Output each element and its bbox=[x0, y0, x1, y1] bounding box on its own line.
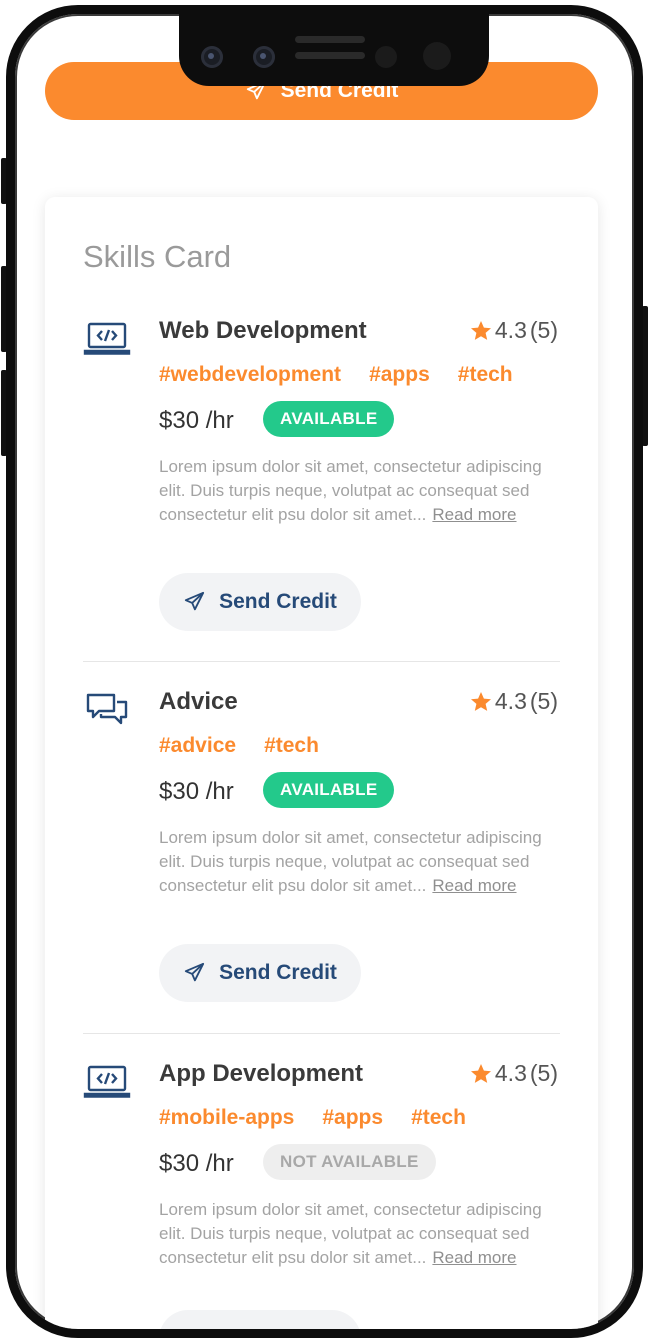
tag-link[interactable]: #tech bbox=[411, 1106, 466, 1130]
star-icon bbox=[470, 691, 491, 711]
divider bbox=[83, 661, 560, 662]
divider bbox=[83, 1033, 560, 1034]
phone-frame: Send Credit Skills Card Web Development … bbox=[6, 5, 643, 1338]
status-badge: AVAILABLE bbox=[263, 401, 395, 437]
skill-rating: 4.3 (5) bbox=[469, 688, 558, 715]
tag-link[interactable]: #webdevelopment bbox=[159, 363, 341, 387]
tag-link[interactable]: #tech bbox=[458, 363, 513, 387]
speaker-grille-lower bbox=[295, 52, 365, 59]
proximity-sensor bbox=[375, 46, 397, 68]
laptop-code-icon bbox=[83, 1065, 131, 1098]
send-credit-button[interactable]: Send Credit bbox=[159, 944, 361, 1002]
laptop-code-icon bbox=[83, 322, 131, 355]
skill-tags: #webdevelopment #apps #tech bbox=[159, 363, 513, 387]
tag-link[interactable]: #mobile-apps bbox=[159, 1106, 294, 1130]
skill-price: $30 /hr bbox=[159, 407, 234, 434]
send-credit-button[interactable] bbox=[159, 1310, 361, 1329]
skill-description: Lorem ipsum dolor sit amet, consectetur … bbox=[159, 455, 559, 527]
skill-tags: #mobile-apps #apps #tech bbox=[159, 1106, 466, 1130]
rating-value: 4.3 bbox=[494, 688, 527, 714]
star-icon bbox=[470, 320, 491, 340]
phone-notch bbox=[179, 14, 489, 86]
chat-bubbles-icon bbox=[86, 693, 128, 725]
tag-link[interactable]: #apps bbox=[369, 363, 430, 387]
speaker-grille bbox=[295, 36, 365, 43]
read-more-link[interactable]: Read more bbox=[432, 1248, 516, 1267]
skill-tags: #advice #tech bbox=[159, 734, 319, 758]
skill-name: Web Development bbox=[159, 317, 367, 344]
skill-price: $30 /hr bbox=[159, 1150, 234, 1177]
skill-description: Lorem ipsum dolor sit amet, consectetur … bbox=[159, 1198, 559, 1270]
send-credit-button[interactable]: Send Credit bbox=[159, 573, 361, 631]
send-credit-label: Send Credit bbox=[219, 590, 337, 613]
status-badge: AVAILABLE bbox=[263, 772, 395, 808]
rating-count: (5) bbox=[529, 1060, 558, 1086]
skill-name: App Development bbox=[159, 1060, 364, 1087]
send-credit-label: Send Credit bbox=[219, 961, 337, 984]
front-sensor bbox=[253, 46, 275, 68]
rating-count: (5) bbox=[529, 317, 558, 343]
skills-card: Skills Card Web Development 4.3 (5) #web… bbox=[45, 197, 598, 1329]
skill-description: Lorem ipsum dolor sit amet, consectetur … bbox=[159, 826, 559, 898]
card-title: Skills Card bbox=[83, 239, 232, 274]
paper-plane-icon bbox=[184, 591, 205, 611]
rating-count: (5) bbox=[529, 688, 558, 714]
read-more-link[interactable]: Read more bbox=[432, 505, 516, 524]
app-screen: Send Credit Skills Card Web Development … bbox=[15, 14, 634, 1329]
read-more-link[interactable]: Read more bbox=[432, 876, 516, 895]
skill-name: Advice bbox=[159, 688, 238, 715]
rating-value: 4.3 bbox=[494, 317, 527, 343]
tag-link[interactable]: #advice bbox=[159, 734, 236, 758]
face-id-sensor bbox=[423, 42, 451, 70]
star-icon bbox=[470, 1063, 491, 1083]
status-badge: NOT AVAILABLE bbox=[263, 1144, 436, 1180]
front-camera bbox=[201, 46, 223, 68]
tag-link[interactable]: #apps bbox=[322, 1106, 383, 1130]
skill-price: $30 /hr bbox=[159, 778, 234, 805]
paper-plane-icon bbox=[184, 962, 205, 982]
rating-value: 4.3 bbox=[494, 1060, 527, 1086]
skill-rating: 4.3 (5) bbox=[469, 317, 558, 344]
skill-rating: 4.3 (5) bbox=[469, 1060, 558, 1087]
tag-link[interactable]: #tech bbox=[264, 734, 319, 758]
